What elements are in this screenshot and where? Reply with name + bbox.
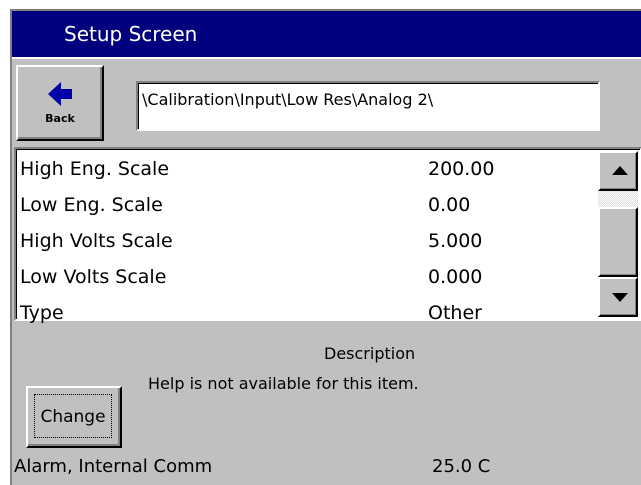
row-value: Other	[428, 302, 482, 324]
row-value: 0.00	[428, 194, 471, 216]
row-value: 5.000	[428, 230, 483, 252]
back-button-label: Back	[45, 112, 75, 125]
left-arrow-icon	[48, 82, 72, 106]
settings-list-rows: High Eng. Scale 200.00 Low Eng. Scale 0.…	[20, 151, 600, 331]
list-row-low-volts-scale[interactable]: Low Volts Scale 0.000	[20, 259, 600, 295]
change-button[interactable]: Change	[26, 386, 122, 448]
description-text: Help is not available for this item.	[148, 374, 419, 393]
row-name: Low Eng. Scale	[20, 194, 163, 216]
status-message: Alarm, Internal Comm	[14, 456, 213, 477]
list-row-type[interactable]: Type Other	[20, 295, 600, 331]
row-value: 0.000	[428, 266, 483, 288]
title-bar: Setup Screen	[12, 11, 641, 59]
window-title: Setup Screen	[64, 22, 198, 46]
row-name: Low Volts Scale	[20, 266, 167, 288]
row-name: Type	[20, 302, 64, 324]
back-button[interactable]: Back	[16, 65, 104, 141]
path-field: \Calibration\Input\Low Res\Analog 2\	[136, 81, 600, 131]
settings-list: High Eng. Scale 200.00 Low Eng. Scale 0.…	[14, 147, 641, 324]
list-row-low-eng-scale[interactable]: Low Eng. Scale 0.00	[20, 187, 600, 223]
row-name: High Eng. Scale	[20, 158, 170, 180]
row-value: 200.00	[428, 158, 495, 180]
status-temperature: 25.0 C	[432, 456, 491, 477]
scroll-down-button[interactable]	[598, 277, 638, 317]
vertical-scrollbar[interactable]	[598, 151, 638, 317]
setup-window: Setup Screen Back \Calibration\Input\Low…	[10, 9, 641, 485]
scroll-up-arrow-icon	[612, 166, 628, 175]
row-name: High Volts Scale	[20, 230, 173, 252]
scroll-up-button[interactable]	[598, 151, 638, 191]
scroll-thumb[interactable]	[598, 207, 638, 277]
scroll-track[interactable]	[598, 191, 638, 277]
list-row-high-eng-scale[interactable]: High Eng. Scale 200.00	[20, 151, 600, 187]
description-heading: Description	[324, 344, 416, 363]
change-button-label: Change	[34, 394, 112, 438]
list-row-high-volts-scale[interactable]: High Volts Scale 5.000	[20, 223, 600, 259]
scroll-down-arrow-icon	[612, 293, 628, 302]
